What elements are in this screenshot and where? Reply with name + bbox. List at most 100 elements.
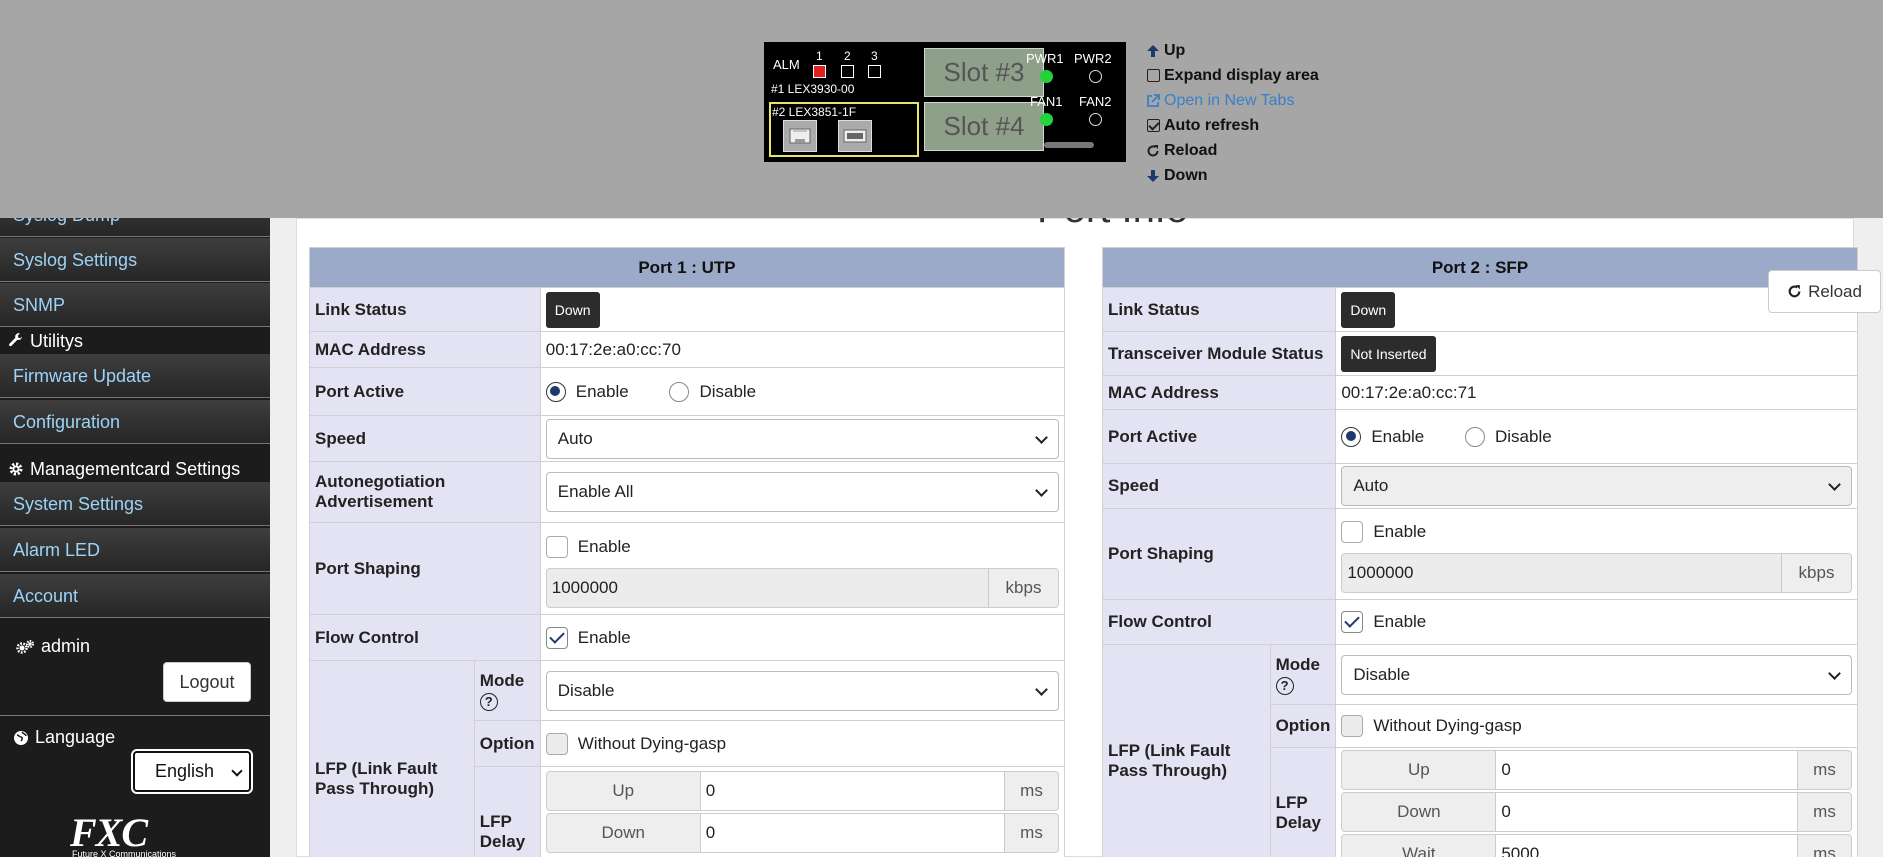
page-title: Port Info: [1037, 218, 1188, 232]
port1-option-checkbox[interactable]: [545, 732, 568, 755]
port2-option-label: Option: [1269, 704, 1337, 748]
port1-autoneg-select[interactable]: Enable All: [545, 472, 1059, 512]
port1-shaping-label: Port Shaping: [309, 522, 541, 615]
port1-flow-checkbox[interactable]: [545, 626, 568, 649]
sidebar-item-syslog-dump[interactable]: Syslog Dump: [0, 218, 270, 237]
port2-option-text: Without Dying-gasp: [1373, 716, 1522, 735]
port1-link-status-badge: Down: [545, 291, 600, 328]
port2-shaping-enable-label: Enable: [1373, 522, 1427, 541]
pwr1-led: [1040, 70, 1053, 83]
sfp-port-icon: [838, 120, 872, 152]
auto-refresh-toggle[interactable]: Auto refresh: [1142, 113, 1319, 138]
user-box: admin Logout: [0, 620, 270, 716]
port1-disable-radio[interactable]: [669, 381, 690, 402]
pwr2-led: [1089, 70, 1102, 83]
sidebar-item-firmware-update[interactable]: Firmware Update: [0, 354, 270, 398]
port2-mac-value: 00:17:2e:a0:cc:71: [1335, 375, 1858, 410]
auto-refresh-checkbox[interactable]: [1146, 119, 1160, 132]
port1-up-input[interactable]: 0: [700, 771, 1005, 811]
logout-button[interactable]: Logout: [163, 662, 251, 702]
reload-link[interactable]: Reload: [1142, 138, 1319, 163]
open-new-tabs-link[interactable]: Open in New Tabs: [1142, 88, 1319, 113]
port2-wait-input[interactable]: 5000: [1496, 834, 1798, 857]
user-gears-icon: [16, 639, 34, 654]
led-number-3: 3: [871, 49, 878, 63]
port2-disable-radio[interactable]: [1465, 426, 1485, 447]
reload-button-label: Reload: [1808, 281, 1862, 301]
port1-down-input[interactable]: 0: [700, 813, 1005, 853]
port2-link-status-label: Link Status: [1101, 287, 1337, 332]
port2-table: Port 2 : SFP Link Status Down Transceive…: [1101, 247, 1858, 857]
sidebar-item-system-settings[interactable]: System Settings: [0, 482, 270, 526]
alarm-label: ALM: [773, 57, 800, 72]
help-icon[interactable]: ?: [479, 692, 498, 711]
username: admin: [41, 636, 91, 656]
port2-up-input[interactable]: 0: [1496, 750, 1798, 790]
expand-display-toggle[interactable]: Expand display area: [1142, 63, 1319, 88]
sidebar-item-account[interactable]: Account: [0, 574, 270, 618]
port2-header: Port 2 : SFP: [1102, 247, 1858, 288]
fan1-led: [1040, 113, 1053, 126]
section-utilities-label: Utilitys: [30, 331, 83, 351]
port1-shaping-checkbox[interactable]: [545, 535, 568, 558]
port1-mode-label: Mode: [479, 670, 525, 690]
card-2-label: #2 LEX3851-1F: [772, 105, 857, 119]
wrench-icon: [9, 333, 22, 347]
port2-enable-radio[interactable]: [1341, 426, 1362, 447]
sidebar-item-alarm-led[interactable]: Alarm LED: [0, 528, 270, 572]
help-icon[interactable]: ?: [1275, 676, 1294, 695]
port1-flow-enable-label: Enable: [577, 627, 631, 647]
arrow-down-icon: [1142, 169, 1164, 183]
sidebar: Syslog Dump Syslog Settings SNMP Utility…: [0, 218, 270, 857]
logo-subtext: Future X Communications: [72, 849, 177, 857]
scroll-up-link[interactable]: Up: [1142, 38, 1319, 63]
port2-up-label: Up: [1341, 750, 1497, 790]
port2-port-active-label: Port Active: [1101, 409, 1337, 464]
port1-mode-select[interactable]: Disable: [545, 670, 1059, 711]
reload-icon: [1142, 144, 1164, 158]
device-panel: ALM 1 2 3 #1 LEX3930-00 #2 LEX3851-1F Sl…: [764, 42, 1126, 162]
card-1-label: #1 LEX3930-00: [771, 82, 855, 96]
port2-mode-select[interactable]: Disable: [1341, 654, 1852, 695]
port2-speed-select[interactable]: Auto: [1341, 466, 1852, 506]
scroll-down-link[interactable]: Down: [1142, 163, 1319, 188]
reload-icon: [1788, 285, 1801, 298]
port2-option-checkbox[interactable]: [1341, 715, 1364, 737]
port1-enable-radio[interactable]: [545, 381, 566, 402]
port2-link-status-badge: Down: [1341, 291, 1396, 328]
slot-4[interactable]: Slot #4: [924, 102, 1044, 151]
top-status-bar: ALM 1 2 3 #1 LEX3930-00 #2 LEX3851-1F Sl…: [0, 0, 1883, 218]
port2-disable-radio-label: Disable: [1495, 426, 1552, 446]
port2-shaping-checkbox[interactable]: [1341, 521, 1364, 543]
fan1-label: FAN1: [1030, 94, 1063, 109]
sidebar-item-syslog-settings[interactable]: Syslog Settings: [0, 238, 270, 282]
language-box: Language English: [0, 717, 270, 807]
port1-flow-label: Flow Control: [309, 614, 541, 661]
port2-lfp-label: LFP (Link Fault Pass Through): [1102, 644, 1271, 857]
open-tabs-label: Open in New Tabs: [1164, 91, 1295, 109]
expand-checkbox[interactable]: [1146, 69, 1160, 82]
port1-delay-label: LFP Delay: [473, 766, 541, 857]
port1-lfp-label: LFP (Link Fault Pass Through): [309, 660, 475, 857]
port1-down-unit: ms: [1005, 813, 1059, 853]
port2-down-input[interactable]: 0: [1496, 792, 1798, 832]
card-2[interactable]: #2 LEX3851-1F: [769, 102, 919, 157]
sidebar-item-snmp[interactable]: SNMP: [0, 283, 270, 327]
port1-up-unit: ms: [1005, 771, 1059, 811]
port2-flow-checkbox[interactable]: [1341, 611, 1364, 633]
port2-transceiver-badge: Not Inserted: [1341, 335, 1436, 372]
port2-enable-radio-label: Enable: [1371, 426, 1425, 446]
reload-button[interactable]: Reload: [1768, 270, 1881, 313]
rj45-port-icon: [783, 120, 817, 152]
port2-shaping-label: Port Shaping: [1101, 508, 1337, 600]
port1-option-text: Without Dying-gasp: [577, 733, 727, 753]
globe-icon: [14, 730, 28, 745]
language-select[interactable]: English: [131, 749, 253, 794]
sidebar-item-configuration[interactable]: Configuration: [0, 400, 270, 444]
port1-mac-label: MAC Address: [309, 331, 541, 368]
port1-autoneg-label: Autonegotiation Advertisement: [309, 461, 541, 523]
port1-speed-select[interactable]: Auto: [545, 418, 1059, 459]
port2-shaping-input[interactable]: 1000000: [1341, 553, 1782, 593]
port1-speed-label: Speed: [309, 415, 541, 462]
port1-shaping-input[interactable]: 1000000: [545, 567, 989, 608]
